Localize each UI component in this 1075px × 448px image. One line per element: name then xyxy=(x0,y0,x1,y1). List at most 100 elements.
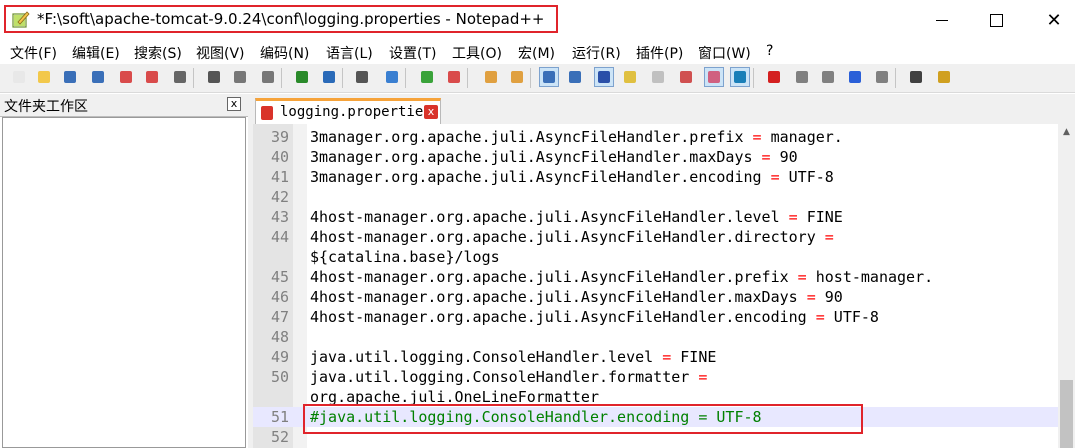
close-window-button[interactable]: ✕ xyxy=(1028,0,1075,40)
close-all-icon[interactable] xyxy=(143,68,161,86)
html-tag-icon[interactable] xyxy=(907,68,925,86)
code-line[interactable]: 42 xyxy=(253,187,1058,207)
property-value: FINE xyxy=(806,208,843,226)
save-all-icon[interactable] xyxy=(89,68,107,86)
code-line[interactable]: 49 java.util.logging.ConsoleHandler.level… xyxy=(253,347,1058,367)
menu-help[interactable]: ? xyxy=(766,43,773,59)
cut-icon[interactable] xyxy=(205,68,223,86)
line-number: 48 xyxy=(270,328,289,346)
record-macro-icon[interactable] xyxy=(765,68,783,86)
line-number: 43 xyxy=(270,208,289,226)
code-line[interactable]: 44 4host-manager.org.apache.juli.AsyncFil… xyxy=(253,227,1058,247)
monitoring-icon[interactable] xyxy=(730,67,750,87)
property-value: 90 xyxy=(779,148,798,166)
print-icon[interactable] xyxy=(171,68,189,86)
indent-guide-icon[interactable] xyxy=(594,67,614,87)
replace-icon[interactable] xyxy=(383,68,401,86)
tab-label: logging.properties xyxy=(280,104,432,120)
menu-language[interactable]: 语言(L) xyxy=(326,43,373,63)
menu-search[interactable]: 搜索(S) xyxy=(134,43,182,63)
stop-record-icon[interactable] xyxy=(793,68,811,86)
code-lines[interactable]: 39 3manager.org.apache.juli.AsyncFileHand… xyxy=(253,127,1058,447)
vertical-scrollbar[interactable]: ▲ xyxy=(1058,124,1075,448)
property-key: java.util.logging.ConsoleHandler.formatt… xyxy=(310,368,690,386)
equals-operator: = xyxy=(806,288,816,306)
close-icon: ✕ xyxy=(1046,9,1062,31)
playback-macro-icon[interactable] xyxy=(819,68,837,86)
redo-icon[interactable] xyxy=(320,68,338,86)
save-macro-icon[interactable] xyxy=(873,68,891,86)
folder-workspace-panel[interactable] xyxy=(2,117,246,448)
menu-encoding[interactable]: 编码(N) xyxy=(260,43,309,63)
code-line[interactable]: 45 4host-manager.org.apache.juli.AsyncFil… xyxy=(253,267,1058,287)
menu-edit[interactable]: 编辑(E) xyxy=(72,43,120,63)
doc-map-icon[interactable] xyxy=(649,68,667,86)
open-file-icon[interactable] xyxy=(35,68,53,86)
close-icon[interactable] xyxy=(117,68,135,86)
sync-horizontal-icon[interactable] xyxy=(508,68,526,86)
sync-vertical-icon[interactable] xyxy=(482,68,500,86)
word-wrap-icon[interactable] xyxy=(539,67,559,87)
menu-macro[interactable]: 宏(M) xyxy=(518,43,555,63)
zoom-out-icon[interactable] xyxy=(445,68,463,86)
code-line[interactable]: 43 4host-manager.org.apache.juli.AsyncFil… xyxy=(253,207,1058,227)
property-value: host-manager. xyxy=(815,268,934,286)
save-icon[interactable] xyxy=(61,68,79,86)
menu-bar: 文件(F) 编辑(E) 搜索(S) 视图(V) 编码(N) 语言(L) 设置(T) 工具(O)… xyxy=(0,40,1075,64)
minimize-button[interactable] xyxy=(916,0,968,40)
code-line[interactable]: 40 3manager.org.apache.juli.AsyncFileHand… xyxy=(253,147,1058,167)
scroll-thumb[interactable] xyxy=(1060,380,1073,448)
show-all-chars-icon[interactable] xyxy=(566,68,584,86)
zoom-in-icon[interactable] xyxy=(418,68,436,86)
new-file-icon[interactable] xyxy=(10,68,28,86)
menu-tools[interactable]: 工具(O) xyxy=(452,43,502,63)
toolbar-separator xyxy=(342,68,343,88)
menu-run[interactable]: 运行(R) xyxy=(572,43,621,63)
tab-logging-properties[interactable]: logging.properties x xyxy=(255,98,441,124)
copy-icon[interactable] xyxy=(231,68,249,86)
menu-plugins[interactable]: 插件(P) xyxy=(636,43,683,63)
toolbar-separator xyxy=(405,68,406,88)
tab-close-button[interactable]: x xyxy=(424,105,438,119)
scroll-up-arrow-icon[interactable]: ▲ xyxy=(1058,124,1075,141)
code-line[interactable]: 46 4host-manager.org.apache.juli.AsyncFil… xyxy=(253,287,1058,307)
menu-window[interactable]: 窗口(W) xyxy=(698,43,751,63)
code-line[interactable]: ${catalina.base}/logs xyxy=(253,247,1058,267)
function-list-icon[interactable] xyxy=(677,68,695,86)
line-content: ${catalina.base}/logs xyxy=(310,248,500,266)
code-line[interactable]: 39 3manager.org.apache.juli.AsyncFileHand… xyxy=(253,127,1058,147)
folder-workspace-icon[interactable] xyxy=(704,67,724,87)
menu-file[interactable]: 文件(F) xyxy=(10,43,57,63)
equals-operator: = xyxy=(698,368,708,386)
udl-icon[interactable] xyxy=(621,68,639,86)
toolbar-separator xyxy=(895,68,896,88)
menu-settings[interactable]: 设置(T) xyxy=(389,43,436,63)
line-content: java.util.logging.ConsoleHandler.formatt… xyxy=(310,368,707,386)
maximize-button[interactable] xyxy=(970,0,1022,40)
line-content: 4host-manager.org.apache.juli.AsyncFileH… xyxy=(310,268,933,286)
line-content: 4host-manager.org.apache.juli.AsyncFileH… xyxy=(310,308,879,326)
property-key: 3manager.org.apache.juli.AsyncFileHandle… xyxy=(310,168,762,186)
menu-view[interactable]: 视图(V) xyxy=(196,43,245,63)
run-macro-multiple-icon[interactable] xyxy=(846,68,864,86)
code-line[interactable]: 41 3manager.org.apache.juli.AsyncFileHand… xyxy=(253,167,1058,187)
spell-check-icon[interactable] xyxy=(935,68,953,86)
undo-icon[interactable] xyxy=(293,68,311,86)
equals-operator: = xyxy=(752,128,762,146)
folder-workspace-close-button[interactable]: x xyxy=(227,97,241,111)
paste-icon[interactable] xyxy=(259,68,277,86)
line-number: 46 xyxy=(270,288,289,306)
code-line[interactable]: 47 4host-manager.org.apache.juli.AsyncFil… xyxy=(253,307,1058,327)
toolbar-separator xyxy=(281,68,282,88)
property-key: 4host-manager.org.apache.juli.AsyncFileH… xyxy=(310,288,798,306)
editor-area[interactable]: 39 3manager.org.apache.juli.AsyncFileHand… xyxy=(253,124,1058,448)
code-line[interactable]: 48 xyxy=(253,327,1058,347)
line-number: 49 xyxy=(270,348,289,366)
code-line[interactable]: 50 java.util.logging.ConsoleHandler.forma… xyxy=(253,367,1058,387)
equals-operator: = xyxy=(761,148,771,166)
toolbar-separator xyxy=(753,68,754,88)
toolbar xyxy=(0,64,1075,93)
line-content: java.util.logging.ConsoleHandler.level =… xyxy=(310,348,716,366)
toolbar-separator xyxy=(467,68,468,88)
find-icon[interactable] xyxy=(353,68,371,86)
